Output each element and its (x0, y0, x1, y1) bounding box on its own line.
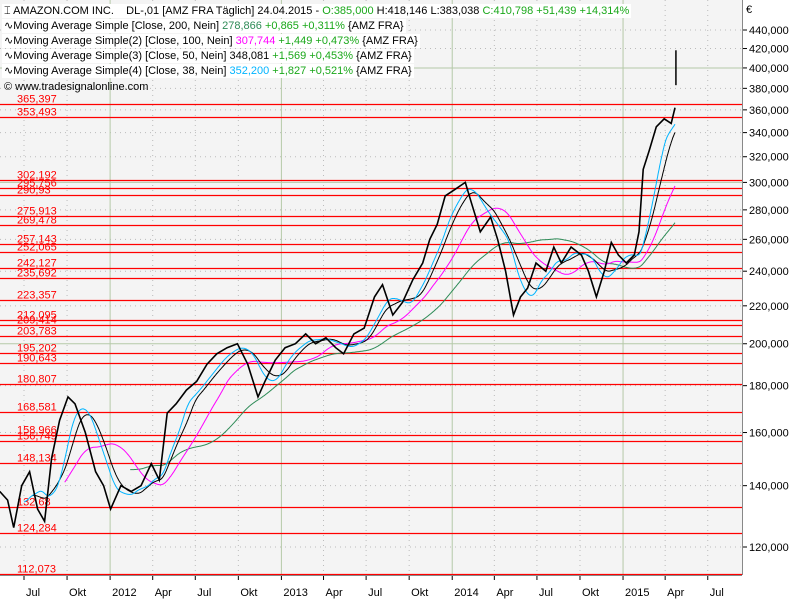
y-tick-label: 120,000 (749, 542, 789, 554)
indicator-row[interactable]: ∿Moving Average Simple [Close, 200, Nein… (2, 19, 406, 33)
indicator-change: +1,827 (272, 65, 306, 77)
level-label: 290,93 (17, 185, 51, 197)
wave-icon: ∿ (4, 35, 13, 47)
y-tick-label: 140,000 (749, 481, 789, 493)
indicator-row[interactable]: ∿Moving Average Simple(2) [Close, 100, N… (2, 34, 420, 48)
y-tick-label: 200,000 (749, 339, 789, 351)
indicator-label: Moving Average Simple [Close, 200, Nein] (13, 20, 219, 32)
level-label: 223,357 (17, 290, 57, 302)
indicator-change: +0,865 (265, 20, 299, 32)
y-tick-label: 300,000 (749, 177, 789, 189)
wave-icon: ∿ (4, 20, 13, 32)
y-tick-label: 400,000 (749, 63, 789, 75)
indicator-value: 307,744 (236, 35, 276, 47)
y-tick-label: 280,000 (749, 205, 789, 217)
x-tick-label: Apr (155, 587, 172, 599)
x-tick-label: Apr (326, 587, 343, 599)
indicator-label: Moving Average Simple(3) [Close, 50, Nei… (13, 50, 226, 62)
x-tick-label: Okt (582, 587, 599, 599)
y-tick-label: 440,000 (749, 25, 789, 37)
x-tick-label: Jul (26, 587, 40, 599)
y-tick-label: 320,000 (749, 152, 789, 164)
x-tick-label: Jul (710, 587, 724, 599)
level-label: 190,643 (17, 353, 57, 365)
level-label: 235,692 (17, 268, 57, 280)
y-tick-label: 260,000 (749, 234, 789, 246)
indicator-suffix: {AMZ FRA} (348, 20, 404, 32)
level-label: 124,284 (17, 523, 57, 535)
indicator-change: +1,449 (278, 35, 312, 47)
y-tick-label: 160,000 (749, 428, 789, 440)
indicator-change-pct: +0,311% (302, 20, 345, 32)
symbol-details: DL-,01 [AMZ FRA Täglich] 24.04.2015 - (126, 5, 319, 17)
wave-icon: ∿ (4, 65, 13, 77)
x-tick-label: Okt (69, 587, 86, 599)
symbol-name: AMAZON.COM INC. (13, 5, 114, 17)
indicator-change-pct: +0,473% (315, 35, 359, 47)
indicator-suffix: {AMZ FRA} (362, 35, 418, 47)
level-label: 252,065 (17, 242, 57, 254)
bar-icon: ⌶ (4, 5, 13, 17)
wave-icon: ∿ (4, 50, 13, 62)
x-tick-label: 2012 (112, 587, 136, 599)
x-tick-label: 2015 (625, 587, 649, 599)
y-tick-label: 180,000 (749, 381, 789, 393)
level-label: 269,478 (17, 215, 57, 227)
open-value: O:385,000 (322, 5, 373, 17)
y-tick-label: 360,000 (749, 105, 789, 117)
header-row: ⌶ AMAZON.COM INC. DL-,01 [AMZ FRA Täglic… (2, 4, 631, 18)
level-label: 168,581 (17, 402, 57, 414)
x-tick-label: Apr (496, 587, 513, 599)
level-label: 112,073 (17, 564, 56, 576)
level-label: 203,783 (17, 326, 57, 338)
x-tick-label: 2014 (454, 587, 478, 599)
x-tick-label: 2013 (283, 587, 307, 599)
y-tick-label: 340,000 (749, 128, 789, 140)
currency-label: € (746, 4, 752, 16)
x-tick-label: Jul (368, 587, 382, 599)
x-tick-label: Okt (411, 587, 428, 599)
indicator-label: Moving Average Simple(2) [Close, 100, Ne… (13, 35, 232, 47)
indicator-value: 352,200 (229, 65, 269, 77)
close-value: C:410,798 (482, 5, 533, 17)
indicator-change: +1,569 (272, 50, 306, 62)
high-low-value: H:418,146 L:383,038 (377, 5, 480, 17)
indicator-label: Moving Average Simple(4) [Close, 38, Nei… (13, 65, 226, 77)
indicator-suffix: {AMZ FRA} (356, 65, 412, 77)
y-tick-label: 220,000 (749, 301, 789, 313)
copyright: © www.tradesignalonline.com (2, 80, 150, 94)
y-tick-label: 240,000 (749, 266, 789, 278)
indicator-suffix: {AMZ FRA} (356, 50, 412, 62)
y-tick-label: 380,000 (749, 83, 789, 95)
x-tick-label: Apr (667, 587, 684, 599)
indicator-change-pct: +0,453% (309, 50, 353, 62)
x-tick-label: Okt (240, 587, 257, 599)
indicator-row[interactable]: ∿Moving Average Simple(3) [Close, 50, Ne… (2, 49, 414, 63)
indicator-value: 278,866 (222, 20, 262, 32)
indicator-change-pct: +0,521% (309, 65, 353, 77)
y-tick-label: 420,000 (749, 44, 789, 56)
level-label: 156,749 (17, 431, 57, 443)
indicator-value: 348,081 (229, 50, 269, 62)
change-value: +51,439 (536, 5, 576, 17)
level-label: 180,807 (17, 374, 57, 386)
indicator-row[interactable]: ∿Moving Average Simple(4) [Close, 38, Ne… (2, 64, 414, 78)
x-tick-label: Jul (197, 587, 211, 599)
change-pct-value: +14,314% (579, 5, 629, 17)
x-tick-label: Jul (539, 587, 553, 599)
level-label: 365,397 (17, 94, 57, 106)
level-label: 353,493 (17, 107, 57, 119)
